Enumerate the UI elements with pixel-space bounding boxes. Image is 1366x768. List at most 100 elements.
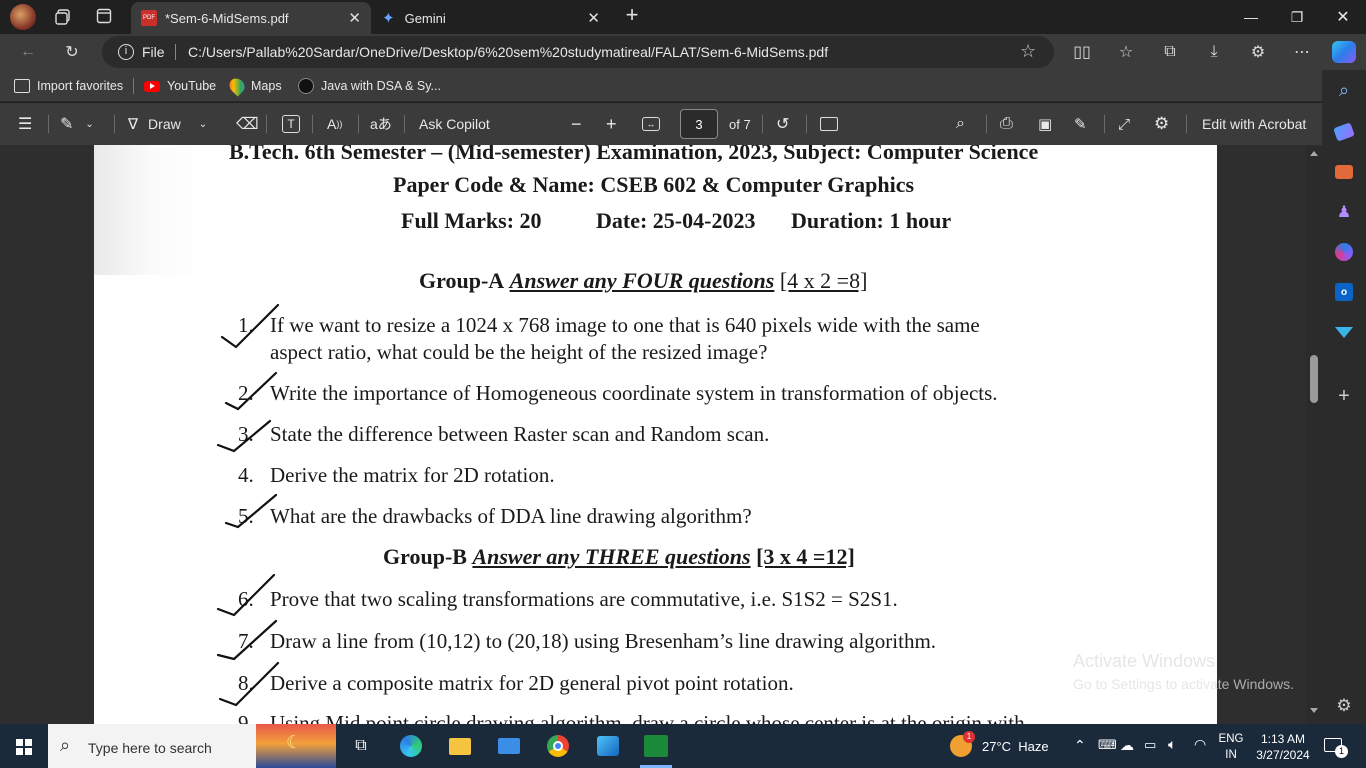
- url-box[interactable]: i File C:/Users/Pallab%20Sardar/OneDrive…: [102, 36, 1054, 68]
- page-view-icon[interactable]: [820, 117, 838, 131]
- text-tool-icon[interactable]: T: [282, 115, 300, 133]
- collections-icon[interactable]: ⧉: [1158, 40, 1182, 64]
- favorite-maps[interactable]: Maps: [226, 75, 282, 97]
- zoom-out-icon[interactable]: −: [571, 113, 582, 135]
- notification-center[interactable]: 1: [1322, 735, 1348, 758]
- photos-icon[interactable]: [595, 733, 621, 759]
- eraser-icon[interactable]: ⌫: [236, 113, 259, 135]
- shopping-icon[interactable]: [1332, 120, 1356, 144]
- outlook-icon[interactable]: o: [1332, 280, 1356, 304]
- close-window-button[interactable]: ✕: [1320, 0, 1366, 34]
- toolbar-divider: [358, 115, 359, 133]
- url-text[interactable]: C:/Users/Pallab%20Sardar/OneDrive/Deskto…: [188, 44, 828, 60]
- print-icon[interactable]: ⎙: [1000, 113, 1013, 135]
- favorite-import[interactable]: Import favorites: [14, 77, 123, 95]
- refresh-icon[interactable]: ↻: [60, 40, 84, 64]
- contents-icon[interactable]: ☰: [18, 113, 32, 135]
- onedrive-icon[interactable]: ☁: [1120, 737, 1134, 754]
- draw-tool[interactable]: ∇ Draw ⌄: [128, 113, 207, 135]
- info-icon[interactable]: i: [118, 44, 134, 60]
- show-hidden-icons[interactable]: ⌃: [1074, 737, 1086, 754]
- favorite-java-dsa[interactable]: Java with DSA & Sy...: [298, 77, 441, 95]
- fullscreen-icon[interactable]: ⤢: [1118, 113, 1130, 135]
- save-as-icon[interactable]: ✎: [1074, 113, 1087, 135]
- microsoft-365-icon[interactable]: [1332, 240, 1356, 264]
- page-number-input[interactable]: 3: [680, 109, 718, 139]
- settings-gear-icon[interactable]: ⚙: [1154, 113, 1169, 135]
- page-count-label: of 7: [729, 116, 751, 132]
- maps-icon: [226, 75, 248, 97]
- ask-copilot-button[interactable]: Ask Copilot: [419, 113, 490, 135]
- group-a-marks: [4 x 2 =8]: [779, 268, 868, 293]
- read-aloud-icon[interactable]: A)): [327, 113, 342, 135]
- search-highlight-image[interactable]: ☾: [256, 724, 336, 768]
- vertical-scrollbar[interactable]: [1306, 145, 1322, 724]
- search-icon[interactable]: ⌕: [956, 113, 965, 135]
- close-icon[interactable]: ✕: [348, 9, 361, 27]
- scroll-thumb[interactable]: [1310, 355, 1318, 403]
- group-b-heading: Group-B Answer any THREE questions [3 x …: [383, 544, 855, 570]
- tab-gemini[interactable]: ✦ Gemini ✕: [372, 2, 610, 34]
- pdf-viewer[interactable]: B.Tech. 6th Semester – (Mid-semester) Ex…: [0, 145, 1322, 724]
- checkmark-5: [224, 493, 278, 529]
- back-icon[interactable]: ←: [16, 40, 40, 64]
- add-sidebar-app-icon[interactable]: +: [1332, 384, 1356, 408]
- new-tab-button[interactable]: +: [620, 4, 644, 28]
- workspaces-icon[interactable]: [54, 8, 72, 26]
- zoom-in-icon[interactable]: +: [606, 113, 617, 135]
- sidebar-settings-icon[interactable]: ⚙: [1332, 694, 1356, 718]
- windows-start-icon[interactable]: [16, 739, 32, 755]
- tools-icon[interactable]: [1332, 160, 1356, 184]
- profile-avatar[interactable]: [10, 4, 36, 30]
- downloads-icon[interactable]: ⤓: [1202, 40, 1226, 64]
- address-bar: ← ↻ i File C:/Users/Pallab%20Sardar/OneD…: [0, 34, 1366, 70]
- favorites-bar: Import favorites YouTube Maps Java with …: [0, 70, 1322, 102]
- battery-icon[interactable]: ▭: [1144, 737, 1156, 753]
- sidebar-search-icon[interactable]: ⌕: [1332, 78, 1356, 102]
- favorites-icon[interactable]: ☆: [1114, 40, 1138, 64]
- handwritten-checkmarks: [216, 303, 280, 707]
- highlight-tool[interactable]: ✎ ⌄: [60, 113, 94, 135]
- tab-pdf[interactable]: PDF *Sem-6-MidSems.pdf ✕: [131, 2, 371, 34]
- favorite-label: Java with DSA & Sy...: [321, 79, 441, 93]
- clock[interactable]: 1:13 AM 3/27/2024: [1252, 731, 1314, 763]
- copilot-icon[interactable]: [1332, 41, 1356, 63]
- volume-icon[interactable]: 🔈︎: [1168, 736, 1176, 753]
- tab-actions-icon[interactable]: [96, 8, 112, 24]
- rotate-icon[interactable]: ↺: [776, 113, 789, 135]
- scroll-down-icon[interactable]: [1310, 708, 1318, 713]
- favorite-youtube[interactable]: YouTube: [144, 77, 216, 95]
- meet-now-icon[interactable]: ⌨: [1098, 737, 1117, 753]
- favorite-star-icon[interactable]: ☆: [1020, 41, 1036, 62]
- minimize-button[interactable]: —: [1228, 0, 1274, 34]
- site-info-label[interactable]: File: [142, 44, 165, 60]
- taskbar-search[interactable]: ⌕ Type here to search: [48, 724, 256, 768]
- mail-icon[interactable]: [496, 733, 522, 759]
- edge-taskbar-icon[interactable]: [398, 733, 424, 759]
- language-indicator[interactable]: ENG IN: [1218, 731, 1244, 763]
- active-app-icon[interactable]: [643, 733, 669, 759]
- close-icon[interactable]: ✕: [587, 9, 600, 27]
- activate-windows-title: Activate Windows: [1073, 651, 1216, 671]
- paper-code-line: Paper Code & Name: CSEB 602 & Computer G…: [393, 172, 915, 197]
- chrome-icon[interactable]: [545, 733, 571, 759]
- more-menu-icon[interactable]: ⋯: [1290, 40, 1314, 64]
- save-icon[interactable]: ▣: [1038, 113, 1052, 135]
- clock-date: 3/27/2024: [1256, 748, 1310, 762]
- fit-page-icon[interactable]: ↔: [642, 117, 660, 131]
- scroll-up-icon[interactable]: [1310, 151, 1318, 156]
- restore-button[interactable]: ❐: [1274, 0, 1320, 34]
- weather-widget[interactable]: 1 27°C Haze: [950, 731, 1049, 758]
- wifi-icon[interactable]: ◠: [1194, 736, 1206, 753]
- notification-badge: 1: [1335, 745, 1348, 758]
- task-view-icon[interactable]: ⧉: [348, 733, 374, 759]
- language-bottom: IN: [1225, 749, 1237, 761]
- edit-with-acrobat-button[interactable]: Edit with Acrobat: [1202, 113, 1306, 135]
- games-icon[interactable]: ♟: [1332, 200, 1356, 224]
- extensions-icon[interactable]: ⚙: [1246, 40, 1270, 64]
- file-explorer-icon[interactable]: [447, 733, 473, 759]
- weather-text: 27°C Haze: [982, 738, 1049, 754]
- split-screen-icon[interactable]: ▯▯: [1070, 40, 1094, 64]
- translate-icon[interactable]: aあ: [370, 113, 392, 135]
- drop-icon[interactable]: [1332, 320, 1356, 344]
